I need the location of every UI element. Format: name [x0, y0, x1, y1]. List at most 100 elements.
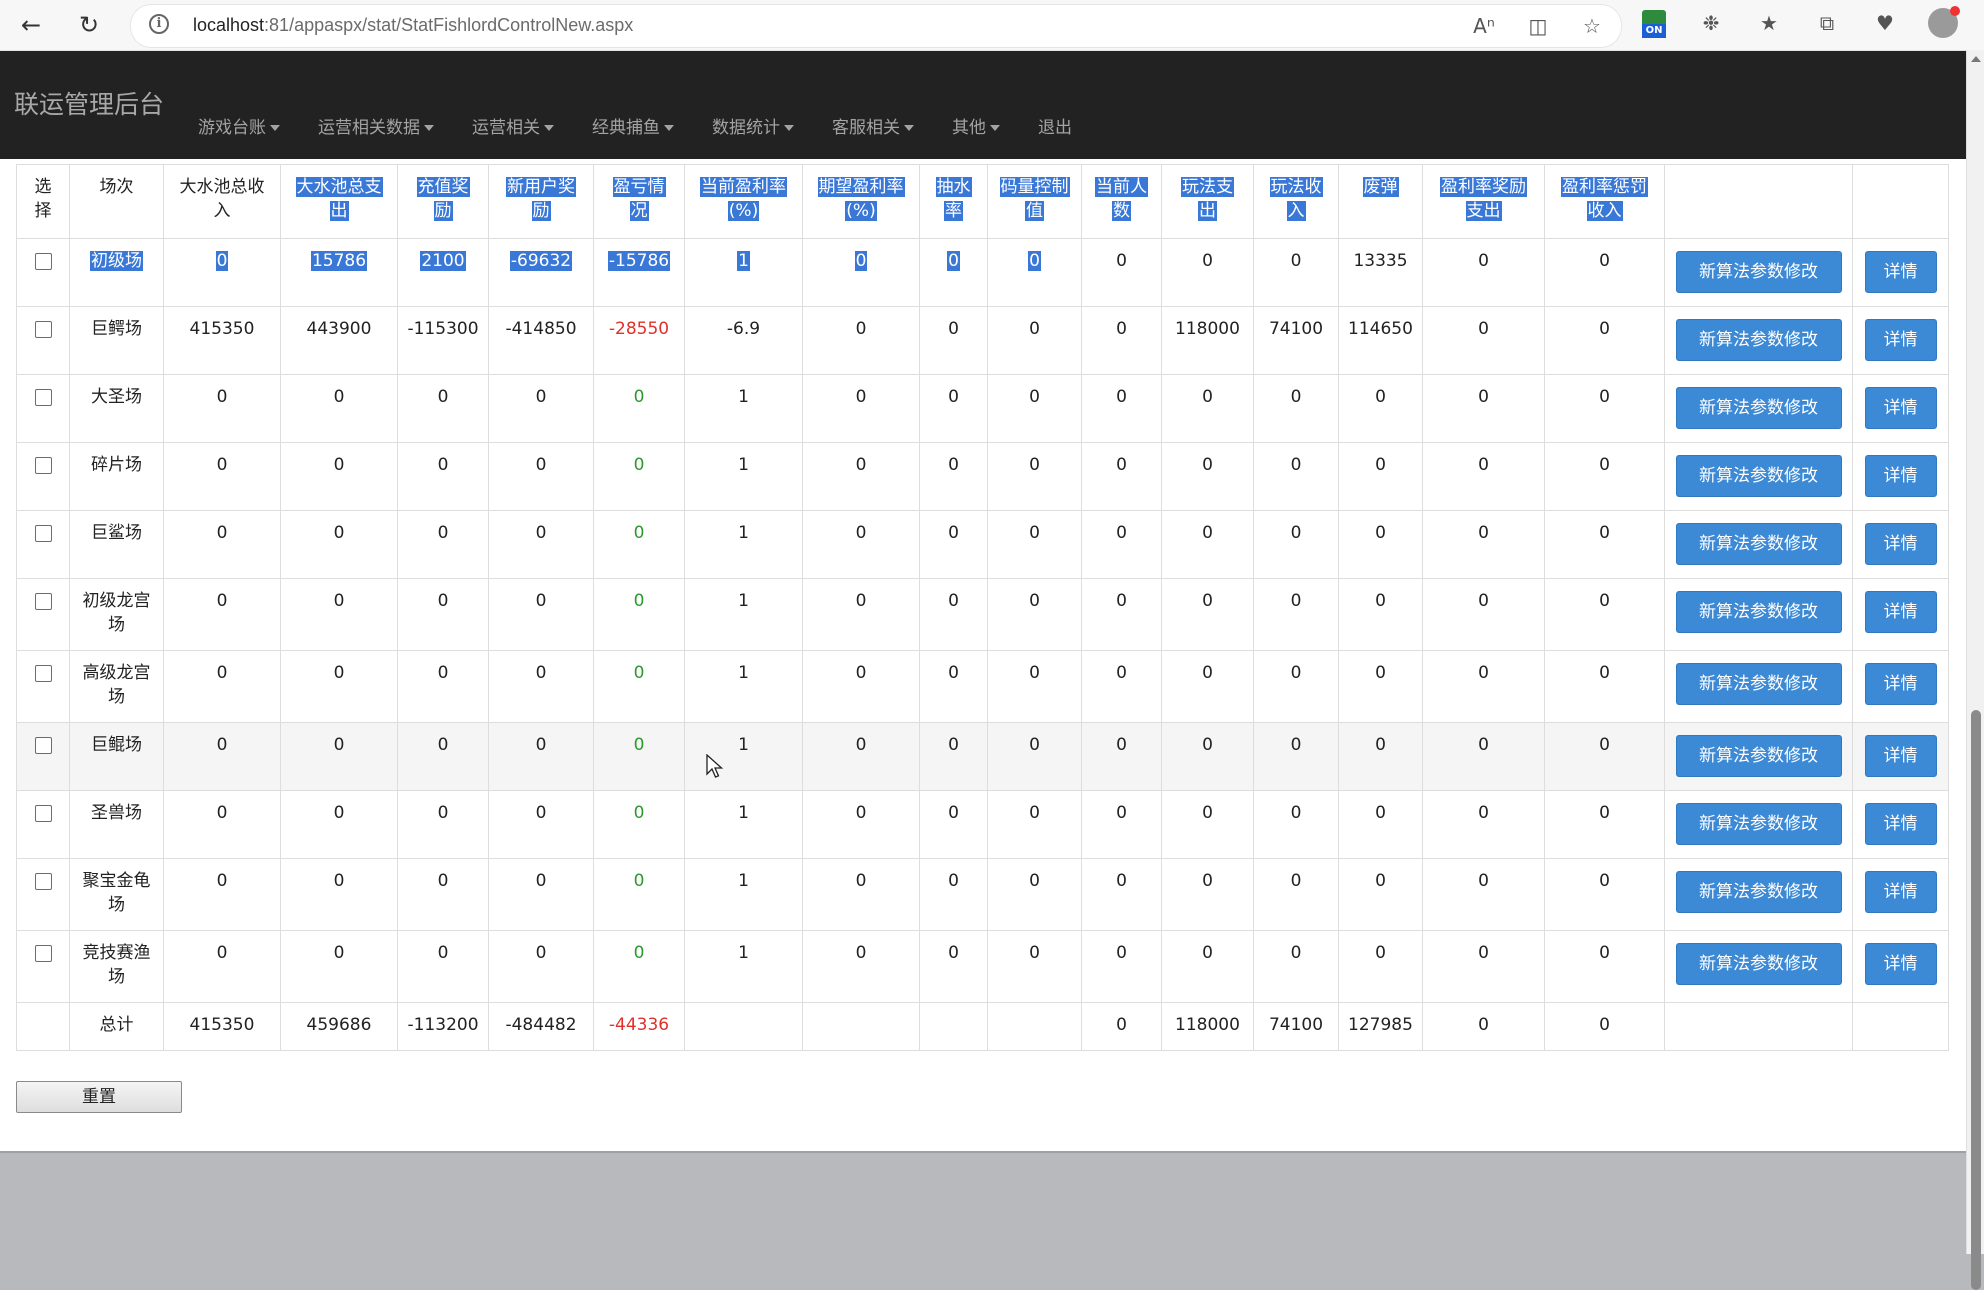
- row-checkbox[interactable]: [34, 737, 52, 754]
- value-cell: 0: [1081, 238, 1162, 307]
- detail-button[interactable]: 详情: [1864, 803, 1937, 845]
- value-cell: 0: [1253, 858, 1339, 931]
- split-screen-icon[interactable]: ◫: [1523, 11, 1553, 41]
- row-checkbox[interactable]: [34, 805, 52, 822]
- extensions-icon[interactable]: ❉: [1696, 8, 1726, 38]
- column-header-0: 选择: [16, 164, 70, 239]
- row-checkbox[interactable]: [34, 253, 52, 270]
- value-cell: 0: [987, 578, 1082, 651]
- site-info-icon[interactable]: i: [149, 14, 169, 34]
- favorites-icon[interactable]: ★: [1754, 8, 1784, 38]
- detail-button[interactable]: 详情: [1864, 523, 1937, 565]
- row-checkbox[interactable]: [34, 389, 52, 406]
- detail-button[interactable]: 详情: [1864, 871, 1937, 913]
- value-cell: 74100: [1253, 306, 1339, 375]
- menu-item-7[interactable]: 退出: [1038, 113, 1072, 138]
- value-cell: 0: [802, 306, 920, 375]
- total-value-cell: -44336: [593, 1002, 685, 1051]
- value-cell: 0: [1081, 374, 1162, 443]
- menu-item-2[interactable]: 运营相关: [472, 113, 554, 138]
- menu-item-label: 经典捕鱼: [592, 118, 660, 138]
- scrollbar-thumb[interactable]: [1971, 710, 1981, 1290]
- room-name-cell: 巨鲨场: [69, 510, 164, 579]
- value-cell: 0: [488, 790, 594, 859]
- brand-title[interactable]: 联运管理后台: [14, 85, 164, 121]
- caret-down-icon: [424, 125, 434, 131]
- performance-icon[interactable]: ♥: [1870, 8, 1900, 38]
- profile-avatar[interactable]: [1928, 6, 1960, 38]
- value-cell: 0: [163, 442, 281, 511]
- detail-button[interactable]: 详情: [1864, 387, 1937, 429]
- detail-button[interactable]: 详情: [1864, 251, 1937, 293]
- detail-button[interactable]: 详情: [1864, 591, 1937, 633]
- detail-button[interactable]: 详情: [1864, 663, 1937, 705]
- table-row: 聚宝金龟场 0 0 0 0 0 1 0 0 0 0 0 0 0 0 0 新算法参数修改 详情: [16, 858, 1949, 931]
- column-header-3: 大水池总支出: [280, 164, 398, 239]
- row-checkbox[interactable]: [34, 457, 52, 474]
- value-cell: 0: [397, 858, 489, 931]
- menu-item-4[interactable]: 数据统计: [712, 113, 794, 138]
- value-cell: 0: [163, 238, 281, 307]
- edit-params-button[interactable]: 新算法参数修改: [1675, 663, 1842, 705]
- select-cell: [16, 442, 70, 511]
- edit-params-button[interactable]: 新算法参数修改: [1675, 319, 1842, 361]
- column-header-2: 大水池总收入: [163, 164, 281, 239]
- detail-button[interactable]: 详情: [1864, 319, 1937, 361]
- edit-params-button[interactable]: 新算法参数修改: [1675, 735, 1842, 777]
- menu-item-5[interactable]: 客服相关: [832, 113, 914, 138]
- reload-icon[interactable]: ↻: [72, 8, 106, 42]
- edit-params-button[interactable]: 新算法参数修改: [1675, 387, 1842, 429]
- extension-badge: ON: [1642, 24, 1666, 38]
- value-cell: 0: [397, 722, 489, 791]
- edit-params-button[interactable]: 新算法参数修改: [1675, 591, 1842, 633]
- back-icon[interactable]: ←: [14, 8, 48, 42]
- row-checkbox[interactable]: [34, 525, 52, 542]
- favorite-star-icon[interactable]: ☆: [1577, 11, 1607, 41]
- scroll-up-icon[interactable]: [1971, 56, 1981, 62]
- table-row: 圣兽场 0 0 0 0 0 1 0 0 0 0 0 0 0 0 0 新算法参数修改 详情: [16, 790, 1949, 859]
- vertical-scrollbar[interactable]: [1966, 50, 1984, 1290]
- menu-item-3[interactable]: 经典捕鱼: [592, 113, 674, 138]
- row-checkbox[interactable]: [34, 945, 52, 962]
- value-cell: 0: [987, 858, 1082, 931]
- edit-params-button[interactable]: 新算法参数修改: [1675, 803, 1842, 845]
- detail-button[interactable]: 详情: [1864, 943, 1937, 985]
- edit-params-button[interactable]: 新算法参数修改: [1675, 523, 1842, 565]
- menu-item-1[interactable]: 运营相关数据: [318, 113, 434, 138]
- select-cell: [16, 306, 70, 375]
- column-header-10: 码量控制值: [987, 164, 1082, 239]
- address-bar[interactable]: i localhost:81/appaspx/stat/StatFishlord…: [130, 4, 1622, 48]
- value-cell: 0: [1081, 650, 1162, 723]
- value-cell: 0: [163, 790, 281, 859]
- value-cell: 0: [488, 722, 594, 791]
- value-cell: 0: [1544, 374, 1665, 443]
- reset-button[interactable]: 重置: [16, 1081, 182, 1113]
- row-checkbox[interactable]: [34, 593, 52, 610]
- menu-item-label: 数据统计: [712, 118, 780, 138]
- room-name-cell: 圣兽场: [69, 790, 164, 859]
- total-value-cell: 0: [1422, 1002, 1545, 1051]
- menu-item-0[interactable]: 游戏台账: [198, 113, 280, 138]
- page-content: 联运管理后台 游戏台账 运营相关数据 运营相关 经典捕鱼 数据统计 客服相关 其他 退出 选择…: [0, 51, 1966, 1151]
- value-cell: 0: [987, 930, 1082, 1003]
- collections-icon[interactable]: ⧉: [1812, 8, 1842, 38]
- edit-params-button[interactable]: 新算法参数修改: [1675, 455, 1842, 497]
- read-aloud-icon[interactable]: Aⁿ: [1469, 11, 1499, 41]
- row-checkbox[interactable]: [34, 665, 52, 682]
- edit-params-button[interactable]: 新算法参数修改: [1675, 871, 1842, 913]
- row-checkbox[interactable]: [34, 321, 52, 338]
- detail-button[interactable]: 详情: [1864, 455, 1937, 497]
- edit-params-button[interactable]: 新算法参数修改: [1675, 943, 1842, 985]
- value-cell: -15786: [593, 238, 685, 307]
- detail-button[interactable]: 详情: [1864, 735, 1937, 777]
- extension-on-icon[interactable]: ON: [1640, 8, 1668, 40]
- table-row: 高级龙宫场 0 0 0 0 0 1 0 0 0 0 0 0 0 0 0 新算法参数修改 详情: [16, 650, 1949, 723]
- menu-item-6[interactable]: 其他: [952, 113, 1000, 138]
- value-cell: 0: [488, 650, 594, 723]
- detail-cell: 详情: [1852, 930, 1949, 1003]
- column-header-5: 新用户奖励: [488, 164, 594, 239]
- edit-params-button[interactable]: 新算法参数修改: [1675, 251, 1842, 293]
- total-row: 总计 415350 459686 -113200 -484482 -44336 0 11800…: [16, 1002, 1949, 1051]
- total-value-cell: 0: [1544, 1002, 1665, 1051]
- row-checkbox[interactable]: [34, 873, 52, 890]
